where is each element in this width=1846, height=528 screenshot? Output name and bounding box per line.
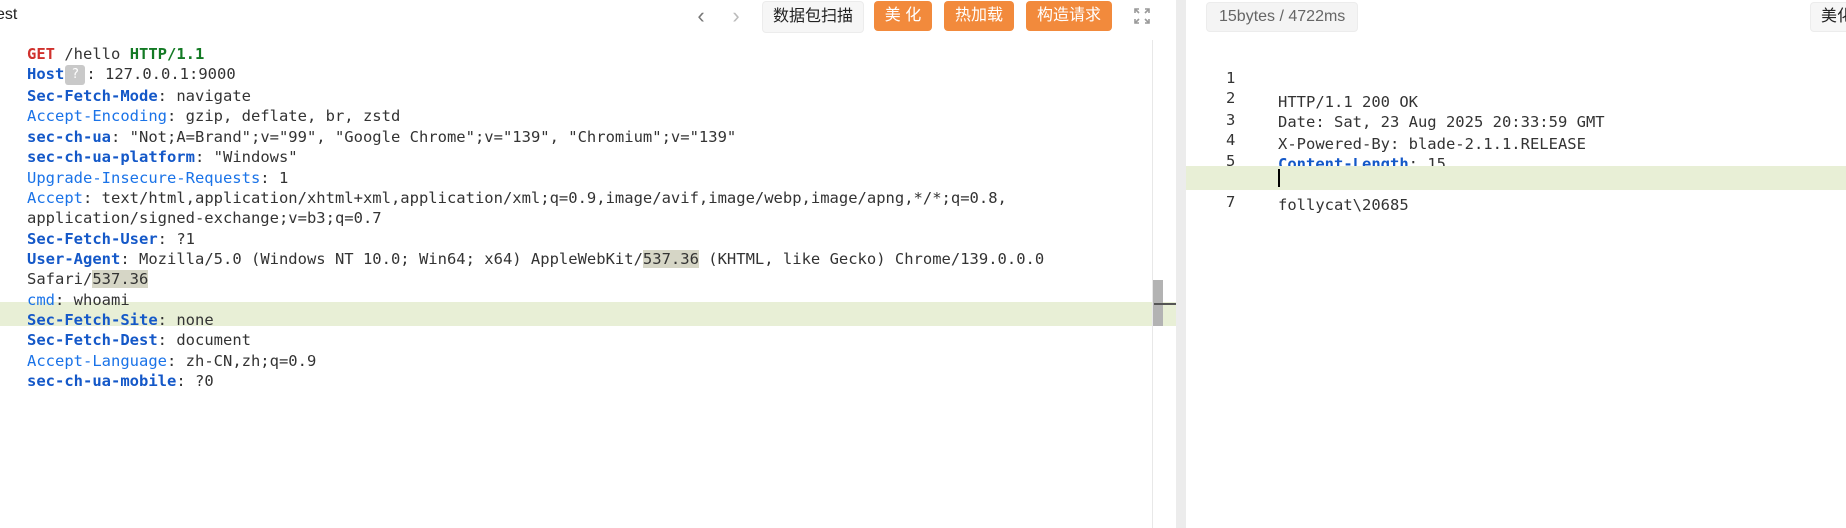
request-protocol: HTTP/1.1 [129,45,205,63]
header-name: Upgrade-Insecure-Requests [27,169,261,187]
request-pane-title: est [0,6,18,23]
header-value: ?0 [194,372,214,390]
header-value: zh-CN,zh;q=0.9 [185,352,317,370]
fullscreen-icon[interactable] [1132,6,1152,26]
header-value: Mozilla/5.0 (Windows NT 10.0; Win64; x64… [139,250,643,268]
header-name: sec-ch-ua-platform [27,148,195,166]
request-path: /hello [64,45,121,63]
packet-scan-button[interactable]: 数据包扫描 [762,1,864,33]
header-value: ?1 [176,230,195,248]
construct-request-button[interactable]: 构造请求 [1026,1,1112,31]
header-value: 127.0.0.1:9000 [105,65,236,83]
line-number: 7 [1226,193,1236,211]
header-value: document [176,331,251,349]
header-name: cmd [27,291,55,309]
request-editor[interactable]: GET /hello HTTP/1.1 Host?: 127.0.0.1:900… [0,40,1176,528]
selected-text: 537.36 [92,270,149,288]
response-beautify-button[interactable]: 美化 [1810,2,1846,32]
hint-badge[interactable]: ? [65,65,86,85]
response-body-text: follycat\20685 [1278,196,1409,214]
header-name: Sec-Fetch-Site [27,311,158,329]
header-name: Accept-Language [27,352,167,370]
header-value: text/html,application/xhtml+xml,applicat… [101,189,1007,207]
pane-divider[interactable] [1176,0,1186,528]
header-name: Accept-Encoding [27,107,167,125]
hot-load-button[interactable]: 热加载 [944,1,1014,31]
header-value: navigate [176,87,251,105]
header-name: Accept [27,189,83,207]
header-line: Host?: 127.0.0.1:9000 [27,65,236,85]
response-line: 2 Date: Sat, 23 Aug 2025 20:33:59 GMT [1186,62,1846,131]
header-name: Sec-Fetch-Dest [27,331,158,349]
request-method: GET [27,45,55,63]
request-toolbar: est ‹ › 数据包扫描 美 化 热加载 构造请求 [0,0,1176,36]
header-name: Host [27,65,65,83]
header-name: sec-ch-ua-mobile [27,372,177,390]
response-line-active: 7 [1186,166,1846,211]
response-stats-badge: 15bytes / 4722ms [1206,2,1359,32]
header-value-continuation: Safari/ [27,270,93,288]
header-name: Sec-Fetch-User [27,230,158,248]
request-pane: est ‹ › 数据包扫描 美 化 热加载 构造请求 GET /hello HT… [0,0,1176,528]
header-value: "Not;A=Brand";v="99", "Google Chrome";v=… [129,128,737,146]
header-name: Sec-Fetch-Mode [27,87,158,105]
header-name: sec-ch-ua [27,128,111,146]
header-line: sec-ch-ua-mobile: ?0 [27,372,214,390]
header-value: 1 [278,169,289,187]
header-name: User-Agent [27,250,121,268]
header-value: whoami [73,291,130,309]
header-value: "Windows" [213,148,298,166]
response-editor[interactable]: 1 HTTP/1.1 200 OK 2 Date: Sat, 23 Aug 20… [1186,40,1846,528]
selected-text: 537.36 [642,250,699,268]
response-pane: 15bytes / 4722ms 美化 1 HTTP/1.1 200 OK 2 … [1186,0,1846,528]
header-value: none [176,311,214,329]
chevron-right-icon[interactable]: › [724,5,748,29]
beautify-button[interactable]: 美 化 [874,1,932,31]
header-value: gzip, deflate, br, zstd [185,107,401,125]
header-value: (KHTML, like Gecko) Chrome/139.0.0.0 [698,250,1045,268]
chevron-left-icon[interactable]: ‹ [689,5,713,29]
scroll-position-marker [1154,303,1176,305]
text-caret [1278,169,1280,187]
